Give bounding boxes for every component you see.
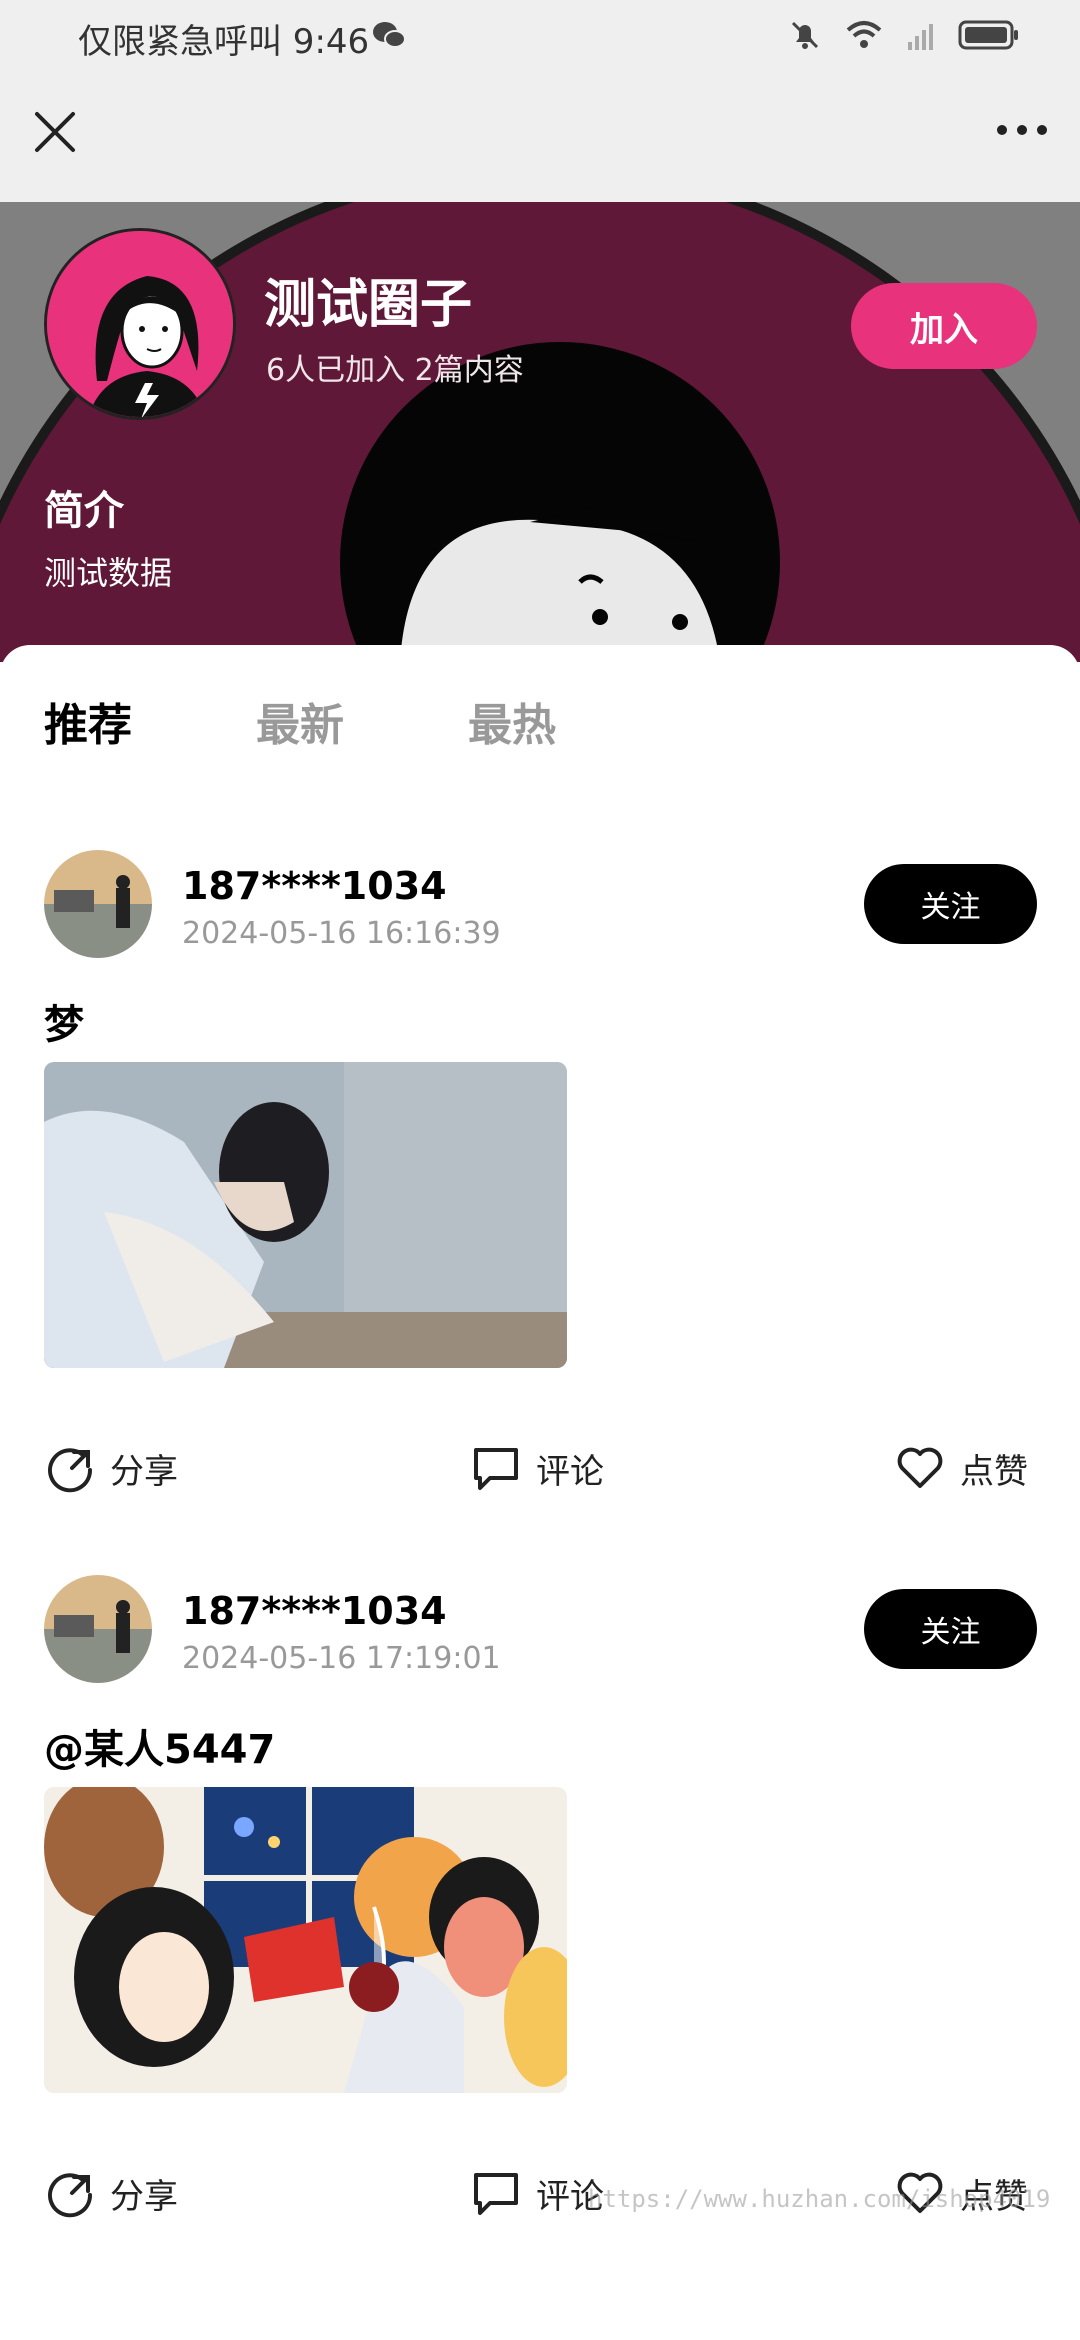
post-card: 187****1034 2024-05-16 16:16:39 关注 梦 分享 … [0, 850, 1080, 1550]
circle-name: 测试圈子 [264, 275, 473, 335]
share-button[interactable]: 分享 [44, 1442, 178, 1494]
content-sheet: 推荐 最新 最热 187****1034 2024-05-16 16:16:39… [0, 645, 1080, 2340]
follow-button[interactable]: 关注 [864, 1589, 1037, 1669]
status-icons [788, 18, 1020, 52]
post-timestamp: 2024-05-16 17:19:01 [182, 1641, 501, 1676]
close-icon[interactable] [28, 105, 82, 159]
circle-stats: 6人已加入 2篇内容 [266, 353, 524, 388]
girl-illustration [47, 231, 233, 417]
nav-bar [0, 75, 1080, 202]
join-button[interactable]: 加入 [851, 283, 1037, 369]
comment-button[interactable]: 评论 [470, 2167, 604, 2219]
follow-button[interactable]: 关注 [864, 864, 1037, 944]
share-icon [48, 2173, 93, 2218]
tab-hottest[interactable]: 最热 [468, 689, 556, 753]
bell-off-icon [791, 21, 819, 49]
post-image[interactable] [44, 1787, 567, 2093]
tab-latest[interactable]: 最新 [256, 689, 344, 753]
comment-icon [474, 1448, 518, 1490]
tab-recommend[interactable]: 推荐 [44, 689, 132, 753]
intro-title: 简介 [44, 488, 124, 534]
watermark: https://www.huzhan.com/ishop4019 [588, 2185, 1051, 2213]
share-label: 分享 [110, 2176, 178, 2217]
post-text: @某人5447 [44, 1727, 276, 1773]
post-photo [44, 1062, 567, 1368]
feed-tabs: 推荐 最新 最热 [44, 689, 680, 753]
more-icon[interactable] [992, 115, 1052, 145]
status-text: 仅限紧急呼叫 9:46 [78, 22, 370, 62]
avatar[interactable] [44, 850, 152, 958]
avatar[interactable] [44, 1575, 152, 1683]
post-card: 187****1034 2024-05-16 17:19:01 关注 @某人54… [0, 1575, 1080, 2275]
share-icon [48, 1448, 93, 1493]
avatar-photo [44, 1575, 152, 1683]
wifi-icon [846, 21, 882, 48]
comment-label: 评论 [536, 1451, 604, 1492]
like-button[interactable]: 点赞 [894, 1442, 1028, 1494]
share-button[interactable]: 分享 [44, 2167, 178, 2219]
circle-avatar [44, 228, 236, 420]
battery-icon [958, 20, 1018, 50]
post-image[interactable] [44, 1062, 567, 1368]
comment-button[interactable]: 评论 [470, 1442, 604, 1494]
wechat-icon [373, 22, 406, 48]
avatar-photo [44, 850, 152, 958]
post-illustration [44, 1787, 567, 2093]
comment-icon [474, 2173, 518, 2215]
heart-icon [897, 1447, 943, 1488]
status-bar: 仅限紧急呼叫 9:46 [0, 0, 1080, 75]
post-actions: 分享 评论 点赞 [0, 1442, 1080, 1502]
like-label: 点赞 [960, 1451, 1028, 1492]
post-username[interactable]: 187****1034 [182, 864, 447, 908]
post-text: 梦 [44, 1002, 84, 1048]
intro-text: 测试数据 [44, 554, 173, 592]
post-timestamp: 2024-05-16 16:16:39 [182, 916, 501, 951]
post-username[interactable]: 187****1034 [182, 1589, 447, 1633]
share-label: 分享 [110, 1451, 178, 1492]
signal-icon [908, 24, 933, 50]
